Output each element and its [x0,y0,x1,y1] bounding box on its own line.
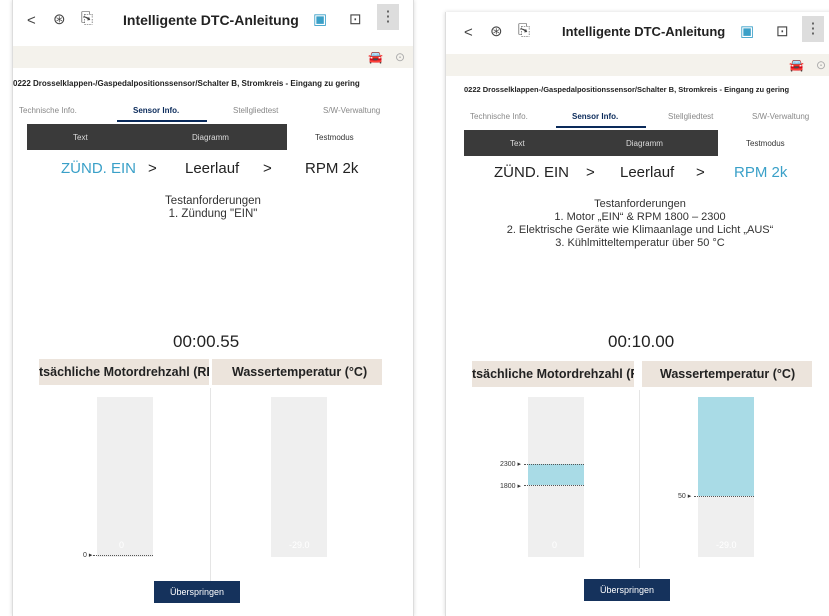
subtab-text[interactable]: Text [73,133,88,142]
segment-bar: Text Diagramm [464,130,718,156]
tab-technical-info[interactable]: Technische Info. [19,106,77,115]
water-temp-target-range [698,397,754,496]
rpm-value: 0 [119,540,125,550]
subtab-testmode-container: Testmodus [287,124,397,150]
requirements-heading: Testanforderungen [165,195,261,207]
skip-button[interactable]: Überspringen [154,581,240,603]
rpm-2300-line [524,464,584,465]
export-icon[interactable]: ⎘ [518,22,530,39]
requirement-item: 2. Elektrische Geräte wie Klimaanlage un… [506,224,774,236]
rpm-2300-marker: 2300 ▸ [500,461,522,468]
water-temp-value: -29.0 [716,540,737,550]
step-ignition-on: ZÜND. EIN [61,160,136,177]
step-rpm-2k: RPM 2k [305,160,359,177]
top-bar: < ⊛ ⎘ Intelligente DTC-Anleitung ▣ ⊡ ⋮ [13,0,413,42]
settings-icon[interactable]: ⊙ [816,58,826,72]
more-icon[interactable]: ⋮ [377,4,399,30]
capture-icon[interactable]: ⊡ [776,22,789,40]
settings-icon[interactable]: ⊙ [395,50,405,64]
back-icon[interactable]: < [464,24,473,41]
page-title: Intelligente DTC-Anleitung [562,24,726,39]
test-timer: 00:00.55 [173,332,240,351]
capture-icon[interactable]: ⊡ [349,10,362,28]
step-arrow: > [148,160,157,177]
requirement-item: 1. Zündung "EIN" [168,208,258,220]
rpm-zero-marker: 0 ▸ [83,552,93,559]
segment-bar: Text Diagramm [27,124,287,150]
gauge-label-water-temp: Wassertemperatur (°C) [660,367,796,381]
step-idle: Leerlauf [620,164,675,181]
subtab-text[interactable]: Text [510,139,525,148]
subtab-testmode[interactable]: Testmodus [746,139,785,148]
skip-button[interactable]: Überspringen [584,579,670,601]
requirements-heading: Testanforderungen [594,198,686,210]
gauge-header-water-temp: Wassertemperatur (°C) [642,361,812,387]
subtab-testmode-container: Testmodus [718,130,828,156]
tab-sensor-info[interactable]: Sensor Info. [133,106,179,115]
tab-actuator-test[interactable]: Stellgliedtest [668,112,713,121]
dtc-description: 0222 Drosselklappen-/Gaspedalpositionsse… [13,79,360,88]
requirement-item: 1. Motor „EIN“ & RPM 1800 – 2300 [554,211,726,223]
requirement-item: 3. Kühlmitteltemperatur über 50 °C [555,237,725,249]
toolbar-strip: 🚘 ⊙ [13,46,413,68]
gauge-header-water-temp: Wassertemperatur (°C) [212,359,382,385]
water-temp-value: -29.0 [289,540,310,550]
step-rpm-2k: RPM 2k [734,164,788,181]
vehicle-icon[interactable]: ⊛ [490,22,503,40]
rpm-zero-line [93,555,153,556]
subtab-diagram[interactable]: Diagramm [192,133,229,142]
gauge-label-rpm: tsächliche Motordrehzahl (RP [39,365,209,379]
export-icon[interactable]: ⎘ [81,10,93,27]
gauge-divider [639,390,640,568]
step-idle: Leerlauf [185,160,240,177]
gauge-label-rpm: tsächliche Motordrehzahl (RP [472,367,634,381]
top-bar: < ⊛ ⎘ Intelligente DTC-Anleitung ▣ ⊡ ⋮ [446,12,829,54]
screen-share-icon[interactable]: ▣ [313,10,327,28]
rpm-value: 0 [552,540,558,550]
gauge-header-rpm: tsächliche Motordrehzahl (RP [472,361,634,387]
car-icon[interactable]: 🚘 [368,50,383,64]
back-icon[interactable]: < [27,12,36,29]
water-temp-50-line [694,496,754,497]
tab-sw-management[interactable]: S/W-Verwaltung [752,112,809,121]
page-title: Intelligente DTC-Anleitung [123,12,299,28]
rpm-1800-line [524,485,584,486]
toolbar-strip: 🚘 ⊙ [446,54,829,76]
active-tab-indicator [556,126,646,128]
test-requirements: Testanforderungen 1. Zündung "EIN" [13,195,413,221]
rpm-target-range [528,464,584,485]
water-temp-50-marker: 50 ▸ [678,493,692,500]
tab-sw-management[interactable]: S/W-Verwaltung [323,106,380,115]
dtc-description: 0222 Drosselklappen-/Gaspedalpositionsse… [464,85,790,94]
tab-bar: Technische Info. Sensor Info. Stellglied… [13,100,413,122]
vehicle-icon[interactable]: ⊛ [53,10,66,28]
gauge-divider [210,388,211,588]
car-icon[interactable]: 🚘 [789,58,804,72]
tab-technical-info[interactable]: Technische Info. [470,112,528,121]
test-requirements: Testanforderungen 1. Motor „EIN“ & RPM 1… [446,198,829,250]
screen-share-icon[interactable]: ▣ [740,22,754,40]
water-temp-gauge-column [271,397,327,557]
rpm-gauge-column [97,397,153,557]
gauge-label-water-temp: Wassertemperatur (°C) [232,365,368,379]
tab-sensor-info[interactable]: Sensor Info. [572,112,618,121]
phone-panel-1: < ⊛ ⎘ Intelligente DTC-Anleitung ▣ ⊡ ⋮ 🚘… [12,0,414,616]
step-arrow: > [696,164,705,181]
test-timer: 00:10.00 [608,332,675,351]
active-tab-indicator [117,120,207,122]
tab-bar: Technische Info. Sensor Info. Stellglied… [446,106,829,128]
tab-actuator-test[interactable]: Stellgliedtest [233,106,278,115]
rpm-1800-marker: 1800 ▸ [500,483,522,490]
subtab-testmode[interactable]: Testmodus [315,133,354,142]
phone-panel-2: < ⊛ ⎘ Intelligente DTC-Anleitung ▣ ⊡ ⋮ 🚘… [445,12,829,616]
step-arrow: > [586,164,595,181]
step-arrow: > [263,160,272,177]
gauge-header-rpm: tsächliche Motordrehzahl (RP [39,359,209,385]
subtab-diagram[interactable]: Diagramm [626,139,663,148]
step-ignition-on: ZÜND. EIN [494,164,569,181]
more-icon[interactable]: ⋮ [802,16,824,42]
